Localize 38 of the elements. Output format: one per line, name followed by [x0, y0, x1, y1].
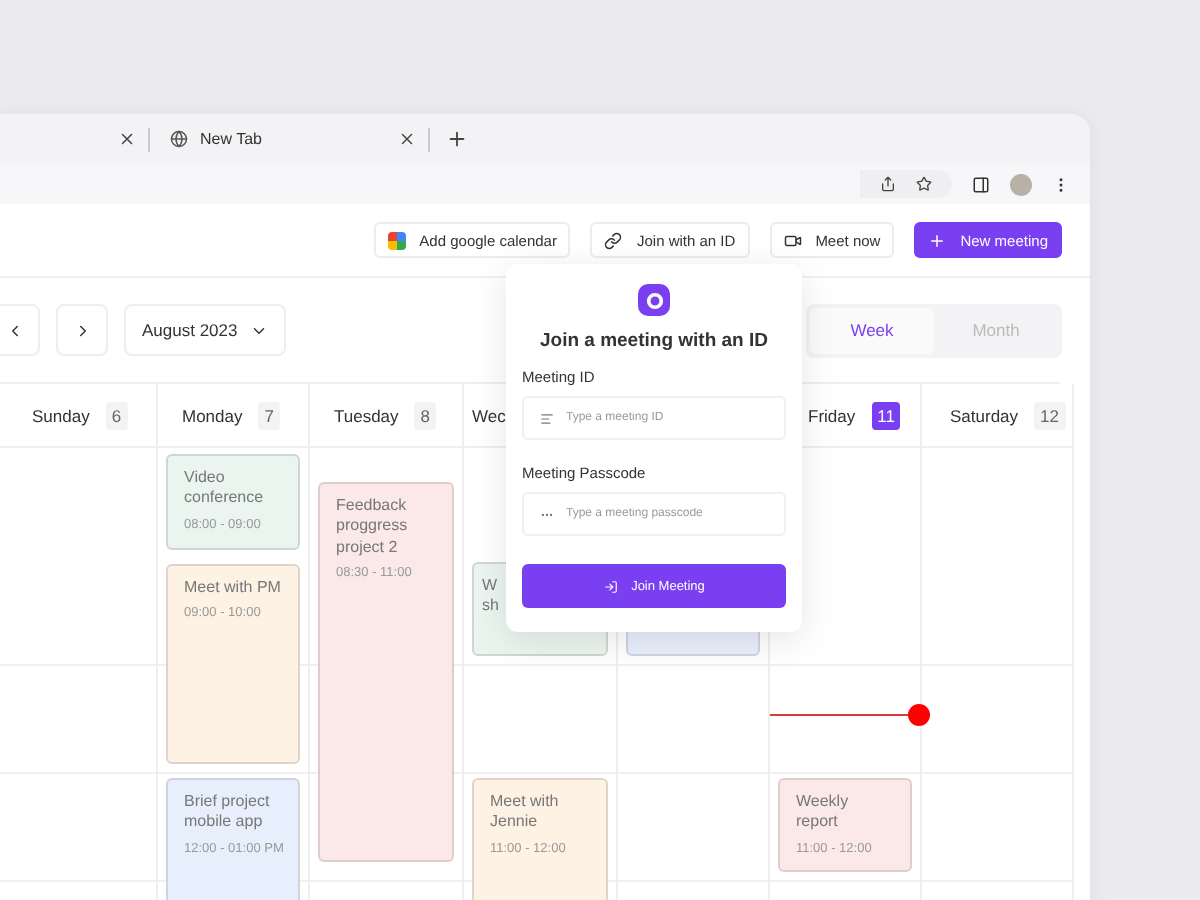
address-bar[interactable] [860, 170, 952, 198]
star-icon[interactable] [916, 176, 932, 192]
new-tab-icon[interactable] [446, 128, 468, 150]
globe-icon [170, 130, 188, 148]
close-icon[interactable] [118, 130, 136, 148]
date-badge: 12 [1034, 401, 1065, 429]
share-icon[interactable] [880, 176, 896, 192]
day-name: Monday [182, 405, 243, 425]
date-badge: 6 [105, 401, 128, 429]
event-title: Weekly report [796, 792, 851, 834]
day-name: Sunday [32, 405, 90, 425]
close-icon[interactable] [398, 130, 416, 148]
event-title: Feedback proggress project 2 [336, 496, 410, 559]
date-badge: 8 [414, 401, 437, 429]
day-name: Tuesday [334, 405, 399, 425]
side-panel-icon[interactable] [972, 175, 990, 193]
enter-icon [603, 579, 618, 593]
day-name: Wec [472, 405, 506, 425]
video-icon [783, 231, 802, 249]
event-title: Meet with Jennie [490, 792, 561, 834]
lines-icon [540, 411, 554, 425]
view-tab[interactable]: Week [810, 307, 934, 353]
event-title: Video conference [184, 468, 266, 510]
logo-icon [638, 284, 670, 316]
month-dropdown[interactable]: August 2023 [124, 304, 286, 356]
date-badge: 7 [258, 401, 280, 429]
current-time-dot [908, 704, 930, 726]
tab-title[interactable]: New Tab [200, 130, 386, 148]
popup-title: Join a meeting with an ID [539, 330, 768, 352]
event-title: Meet with PM [184, 578, 282, 599]
plus-icon [928, 231, 947, 249]
day-name: Friday [808, 405, 856, 425]
date-badge: 11 [871, 401, 901, 429]
day-name: Saturday [950, 405, 1019, 425]
event-title: Brief project mobile app [184, 792, 272, 834]
calendar-logo-icon [387, 231, 406, 249]
event-title: W sh [482, 576, 501, 618]
link-icon [604, 231, 623, 249]
